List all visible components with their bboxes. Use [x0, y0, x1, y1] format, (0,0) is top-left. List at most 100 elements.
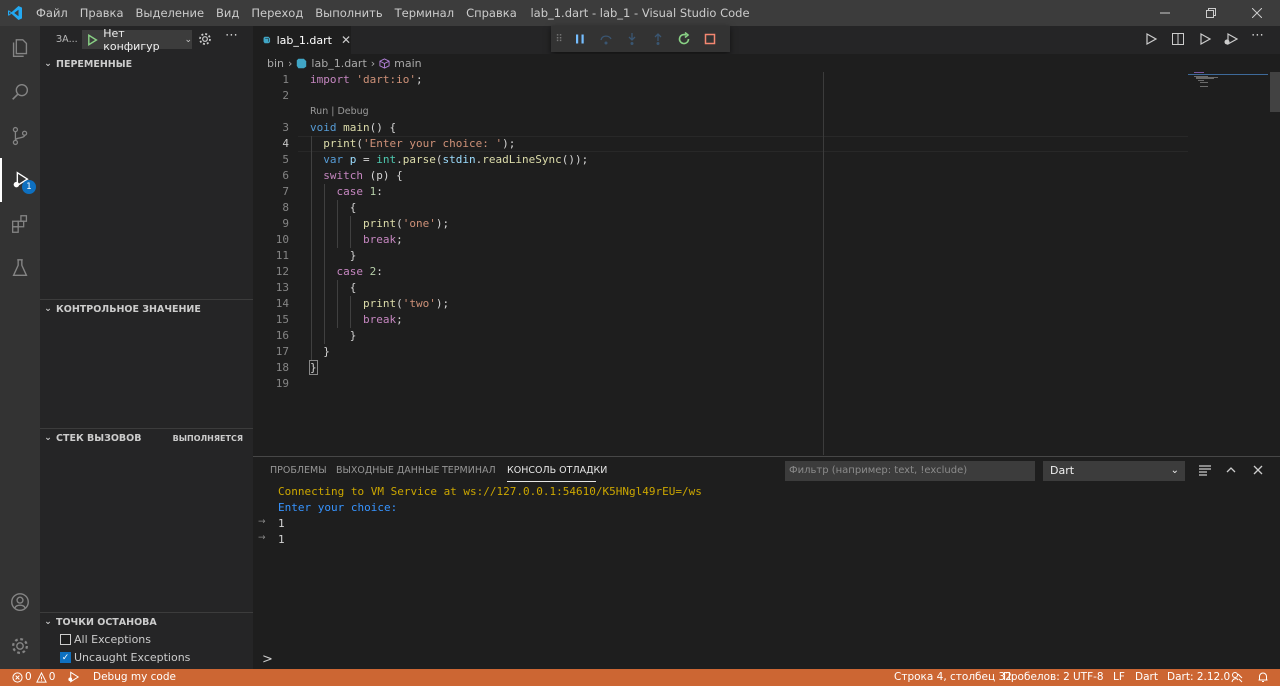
error-icon: [12, 671, 23, 683]
line-number: 5: [282, 153, 289, 166]
menu-selection[interactable]: Выделение: [130, 6, 211, 20]
variables-section-header[interactable]: ⌄ ПЕРЕМЕННЫЕ: [40, 53, 253, 75]
tab-debug-console[interactable]: КОНСОЛЬ ОТЛАДКИ: [507, 465, 607, 476]
restore-icon: [1206, 8, 1216, 18]
console-line-input: 1: [278, 533, 285, 546]
breakpoint-all-exceptions[interactable]: All Exceptions: [60, 633, 151, 646]
code-line: case 2:: [336, 265, 383, 278]
tab-output[interactable]: ВЫХОДНЫЕ ДАННЫЕ: [336, 465, 439, 476]
line-number: 8: [282, 201, 289, 214]
more-actions-icon[interactable]: ⋯: [225, 28, 238, 43]
debug-session-select[interactable]: Dart ⌄: [1043, 461, 1185, 481]
notifications-button[interactable]: [1257, 671, 1269, 686]
testing-button[interactable]: [0, 246, 40, 290]
close-window-button[interactable]: [1234, 0, 1280, 26]
source-control-button[interactable]: [0, 114, 40, 158]
watch-section-header[interactable]: ⌄ КОНТРОЛЬНОЕ ЗНАЧЕНИЕ: [40, 298, 253, 320]
debug-config-icon[interactable]: [67, 671, 80, 686]
search-icon: [12, 83, 29, 100]
clear-all-icon: [1199, 465, 1211, 476]
debug-config-label[interactable]: Debug my code: [93, 671, 176, 683]
symbol-method-icon: [379, 57, 390, 69]
feedback-button[interactable]: [1231, 671, 1243, 686]
codelens-run-debug[interactable]: Run | Debug: [310, 104, 369, 120]
menu-terminal[interactable]: Терминал: [389, 6, 460, 20]
debug-file-button[interactable]: [1223, 32, 1239, 49]
sidebar-title: ЗА...: [56, 34, 78, 45]
line-number: 19: [275, 377, 289, 390]
close-tab-icon[interactable]: ✕: [341, 33, 351, 47]
chevron-down-icon: ⌄: [44, 617, 52, 627]
close-panel-button[interactable]: [1251, 463, 1265, 480]
maximize-panel-button[interactable]: [1224, 463, 1238, 480]
end-of-line[interactable]: LF: [1113, 671, 1125, 683]
line-number: 16: [275, 329, 289, 342]
run-file-button[interactable]: [1144, 32, 1158, 49]
callstack-section-header[interactable]: ⌄ СТЕК ВЫЗОВОВ ВЫПОЛНЯЕТСЯ: [40, 427, 253, 449]
console-input[interactable]: >: [253, 652, 1280, 670]
menu-go[interactable]: Переход: [245, 6, 309, 20]
code-editor[interactable]: 1 2 3 4 5 6 7 8 9 10 11 12 13 14 15 16 1…: [253, 72, 1188, 455]
indentation[interactable]: Пробелов: 2: [1003, 671, 1070, 683]
code-line: print('Enter your choice: ');: [323, 137, 516, 150]
dart-sdk-version[interactable]: Dart: 2.12.0: [1167, 671, 1230, 683]
minimize-button[interactable]: [1142, 0, 1188, 26]
breakpoints-section-header[interactable]: ⌄ ТОЧКИ ОСТАНОВА: [40, 611, 253, 633]
tab-terminal[interactable]: ТЕРМИНАЛ: [442, 465, 496, 476]
cursor-position[interactable]: Строка 4, столбец 32: [894, 671, 1012, 683]
step-out-icon: [654, 33, 662, 45]
drag-handle-icon[interactable]: ⠿: [551, 26, 567, 52]
start-debug-icon[interactable]: [85, 32, 100, 48]
breadcrumb-folder[interactable]: bin: [267, 57, 284, 70]
explorer-button[interactable]: [0, 26, 40, 70]
more-actions-icon[interactable]: ⋯: [1251, 28, 1264, 43]
line-number: 15: [275, 313, 289, 326]
problems-indicator[interactable]: 0 0: [12, 671, 55, 683]
tab-lab-1-dart[interactable]: lab_1.dart ✕: [253, 26, 351, 54]
run-without-debug-button[interactable]: [1198, 32, 1212, 49]
split-editor-button[interactable]: [1171, 32, 1185, 49]
console-filter-input[interactable]: Фильтр (например: text, !exclude): [785, 461, 1035, 481]
checkbox-checked[interactable]: ✓: [60, 652, 71, 663]
editor-ruler: [823, 72, 824, 455]
code-line: }: [349, 329, 357, 342]
menu-file[interactable]: Файл: [30, 6, 74, 20]
chevron-up-icon: [1226, 467, 1236, 473]
accounts-button[interactable]: [0, 580, 40, 624]
debug-settings-button[interactable]: [197, 31, 215, 49]
clear-console-button[interactable]: [1198, 463, 1212, 480]
minimap[interactable]: [1188, 72, 1280, 455]
menu-edit[interactable]: Правка: [74, 6, 130, 20]
search-button[interactable]: [0, 70, 40, 114]
line-number: 17: [275, 345, 289, 358]
line-number: 13: [275, 281, 289, 294]
menu-view[interactable]: Вид: [210, 6, 245, 20]
step-into-icon: [628, 33, 636, 45]
breadcrumb-symbol[interactable]: main: [394, 57, 421, 70]
extensions-button[interactable]: [0, 202, 40, 246]
restore-button[interactable]: [1188, 0, 1234, 26]
menu-run[interactable]: Выполнить: [309, 6, 388, 20]
flask-icon: [12, 259, 28, 277]
minimap-scroll-slider[interactable]: [1270, 72, 1280, 112]
dart-file-icon: [263, 36, 271, 44]
breakpoint-uncaught-exceptions[interactable]: ✓ Uncaught Exceptions: [60, 651, 190, 664]
pause-button[interactable]: [567, 26, 593, 52]
encoding[interactable]: UTF-8: [1073, 671, 1104, 683]
breadcrumb-file[interactable]: lab_1.dart: [311, 57, 366, 70]
step-into-button[interactable]: [619, 26, 645, 52]
tab-problems[interactable]: ПРОБЛЕМЫ: [270, 465, 327, 476]
manage-button[interactable]: [0, 624, 40, 668]
stop-button[interactable]: [697, 26, 723, 52]
breadcrumb: bin › lab_1.dart › main: [253, 54, 1188, 72]
step-over-button[interactable]: [593, 26, 619, 52]
checkbox-unchecked[interactable]: [60, 634, 71, 645]
menu-help[interactable]: Справка: [460, 6, 523, 20]
restart-button[interactable]: [671, 26, 697, 52]
line-number: 18: [275, 361, 289, 374]
run-debug-button[interactable]: 1: [0, 158, 40, 202]
debug-config-select[interactable]: Нет конфигур ⌄: [82, 27, 192, 53]
step-out-button[interactable]: [645, 26, 671, 52]
line-number: 9: [282, 217, 289, 230]
language-mode[interactable]: Dart: [1135, 671, 1158, 683]
